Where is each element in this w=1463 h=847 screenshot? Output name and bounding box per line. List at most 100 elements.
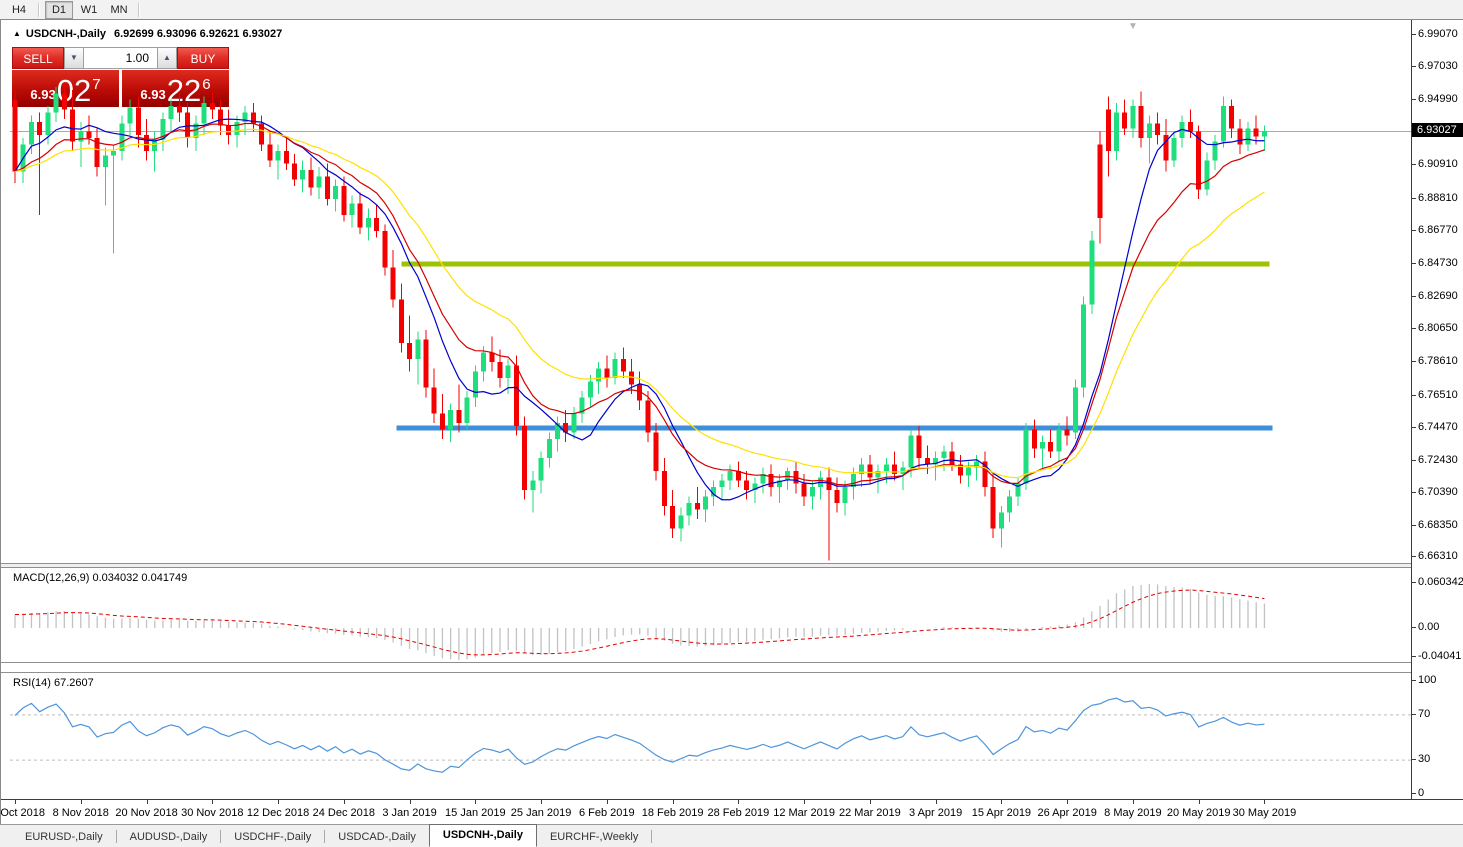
price-axis-tick — [1412, 98, 1416, 100]
rsi-axis-label: 70 — [1418, 707, 1431, 720]
macd-panel[interactable] — [10, 568, 1411, 662]
price-axis-label: 6.97030 — [1418, 60, 1458, 73]
date-axis-tick — [1198, 800, 1200, 804]
price-axis-label: 6.78610 — [1418, 354, 1458, 367]
panel-splitter[interactable] — [1, 662, 1463, 673]
date-axis-label: 30 May 2019 — [1232, 807, 1297, 819]
tab-usdcad-daily[interactable]: USDCAD-,Daily — [325, 827, 429, 847]
macd-axis-tick — [1412, 656, 1416, 657]
current-price-tag: 6.93027 — [1412, 123, 1463, 138]
price-axis-tick — [1412, 328, 1416, 330]
chart-tab-bar: EURUSD-,Daily AUDUSD-,Daily USDCHF-,Daily U… — [0, 824, 1463, 847]
date-axis-tick — [343, 800, 345, 804]
price-axis[interactable]: 6.99070 6.97030 6.94990 6.90910 6.88810 6.867… — [1412, 20, 1463, 799]
date-axis-tick — [1001, 800, 1003, 804]
price-axis-label: 6.99070 — [1418, 27, 1458, 40]
date-axis-label: 26 Apr 2019 — [1037, 807, 1097, 819]
price-axis-tick — [1412, 427, 1416, 429]
rsi-axis-tick — [1412, 759, 1416, 761]
date-axis-tick — [212, 800, 214, 804]
date-axis-tick — [738, 800, 740, 804]
date-axis-label: 29 Oct 2018 — [0, 807, 45, 819]
date-axis-label: 30 Nov 2018 — [181, 807, 244, 819]
price-axis-tick — [1412, 197, 1416, 199]
date-axis-label: 22 Mar 2019 — [838, 807, 901, 819]
date-axis-label: 25 Jan 2019 — [510, 807, 572, 819]
date-axis-label: 3 Apr 2019 — [909, 807, 963, 819]
date-axis-label: 18 Feb 2019 — [641, 807, 704, 819]
price-axis-tick — [1412, 33, 1416, 35]
date-axis-tick — [869, 800, 871, 804]
price-axis-tick — [1412, 230, 1416, 232]
date-axis[interactable]: 29 Oct 2018 8 Nov 2018 20 Nov 201830 Nov 2… — [0, 799, 1463, 824]
price-axis-tick — [1412, 492, 1416, 494]
main-chart-area[interactable] — [10, 29, 1411, 564]
timeframe-toolbar: H4 D1 W1 MN — [0, 0, 1463, 19]
price-axis-label: 6.84730 — [1418, 257, 1458, 270]
macd-indicator-label: MACD(12,26,9) 0.034032 0.041749 — [13, 572, 188, 584]
date-axis-tick — [541, 800, 543, 804]
macd-axis-label: -0.04041 — [1418, 650, 1462, 662]
tab-usdcnh-daily[interactable]: USDCNH-,Daily — [428, 824, 537, 847]
date-axis-label: 6 Feb 2019 — [579, 807, 635, 819]
date-axis-label: 24 Dec 2018 — [312, 807, 375, 819]
price-axis-label: 6.82690 — [1418, 289, 1458, 302]
timeframe-button-w1[interactable]: W1 — [75, 1, 103, 19]
date-axis-tick — [409, 800, 411, 804]
rsi-panel[interactable] — [10, 673, 1411, 799]
price-axis-label: 6.70390 — [1418, 486, 1458, 499]
date-axis-tick — [1264, 800, 1266, 804]
price-axis-label: 6.66310 — [1418, 550, 1458, 562]
tab-eurchf-weekly[interactable]: EURCHF-,Weekly — [537, 827, 651, 847]
date-axis-label: 15 Apr 2019 — [971, 807, 1032, 819]
date-axis-tick — [1132, 800, 1134, 804]
price-axis-tick — [1412, 525, 1416, 527]
trading-terminal: H4 D1 W1 MN ▲ USDCNH-,Daily 6.92699 6.93096 6… — [0, 0, 1463, 847]
price-axis-tick — [1412, 394, 1416, 396]
rsi-axis-tick — [1412, 793, 1416, 794]
macd-axis-tick — [1412, 581, 1416, 583]
tab-usdchf-daily[interactable]: USDCHF-,Daily — [221, 827, 324, 847]
timeframe-button-d1[interactable]: D1 — [45, 0, 73, 19]
macd-axis-tick — [1412, 627, 1416, 628]
rsi-axis-label: 0 — [1418, 787, 1425, 799]
rsi-axis-tick — [1412, 680, 1416, 681]
price-axis-tick — [1412, 459, 1416, 461]
tab-eurusd-daily[interactable]: EURUSD-,Daily — [12, 827, 116, 847]
date-axis-tick — [672, 800, 674, 804]
rsi-axis-label: 100 — [1418, 674, 1437, 686]
date-axis-label: 20 May 2019 — [1166, 807, 1231, 819]
date-axis-tick — [278, 800, 280, 804]
date-axis-tick — [606, 800, 608, 804]
date-axis-tick — [475, 800, 477, 804]
price-axis-label: 6.68350 — [1418, 519, 1458, 532]
date-axis-label: 3 Jan 2019 — [382, 807, 437, 819]
timeframe-button-h4[interactable]: H4 — [5, 1, 33, 19]
chart-window: ▲ USDCNH-,Daily 6.92699 6.93096 6.92621 6.… — [0, 19, 1463, 824]
tab-separator — [651, 830, 653, 843]
date-axis-label: 8 Nov 2018 — [52, 807, 109, 819]
rsi-axis-label: 30 — [1418, 753, 1431, 766]
macd-axis-label: 0.00 — [1418, 621, 1440, 633]
price-axis-tick — [1412, 360, 1416, 362]
price-axis-label: 6.76510 — [1418, 388, 1458, 401]
toolbar-separator — [38, 2, 40, 17]
macd-axis-label: 0.060342 — [1418, 575, 1463, 588]
date-axis-label: 8 May 2019 — [1104, 807, 1162, 819]
price-axis-label: 6.80650 — [1418, 322, 1458, 335]
price-axis-label: 6.86770 — [1418, 224, 1458, 237]
price-axis-tick — [1412, 164, 1416, 166]
date-axis-tick — [1067, 800, 1069, 804]
date-axis-tick — [935, 800, 937, 804]
date-axis-label: 15 Jan 2019 — [445, 807, 506, 819]
price-axis-tick — [1412, 263, 1416, 265]
date-axis-label: 28 Feb 2019 — [707, 807, 770, 819]
price-axis-tick — [1412, 66, 1416, 68]
price-axis-tick — [1412, 295, 1416, 297]
toolbar-separator — [138, 2, 140, 17]
tab-audusd-daily[interactable]: AUDUSD-,Daily — [117, 827, 221, 847]
price-axis-label: 6.90910 — [1418, 158, 1458, 171]
price-axis-label: 6.74470 — [1418, 421, 1458, 434]
price-axis-tick — [1412, 556, 1416, 557]
timeframe-button-mn[interactable]: MN — [105, 1, 133, 19]
